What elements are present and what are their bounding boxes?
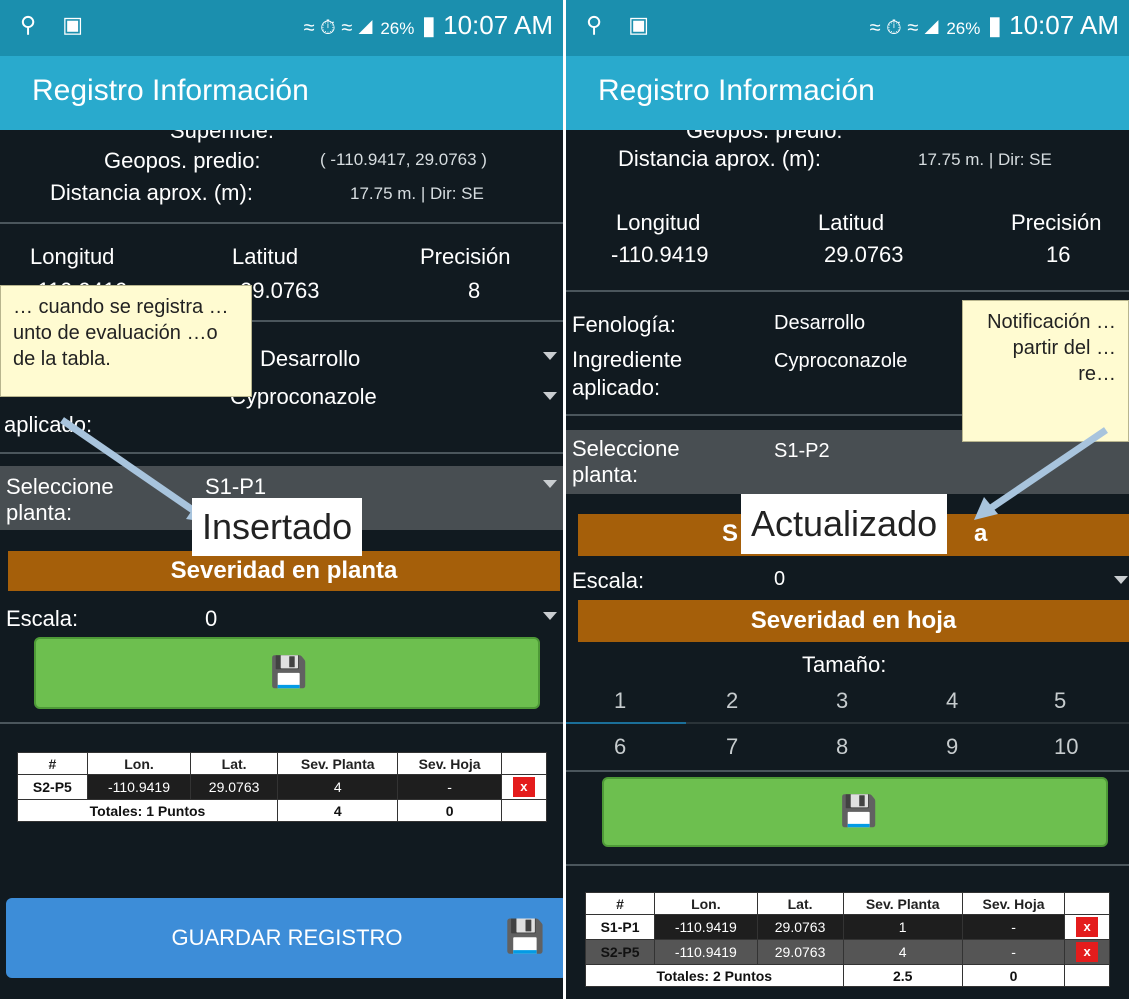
insertado-label: Insertado — [192, 498, 363, 556]
left-screen: ⚲ ▣ ≈ ⏱ ≈ ◢ 26% ▮ 10:07 AM Registro Info… — [0, 0, 563, 999]
actualizado-label: Actualizado — [741, 494, 948, 554]
right-screen: ⚲ ▣ ≈ ⏱ ≈ ◢ 26% ▮ 10:07 AM Registro Info… — [566, 0, 1129, 999]
